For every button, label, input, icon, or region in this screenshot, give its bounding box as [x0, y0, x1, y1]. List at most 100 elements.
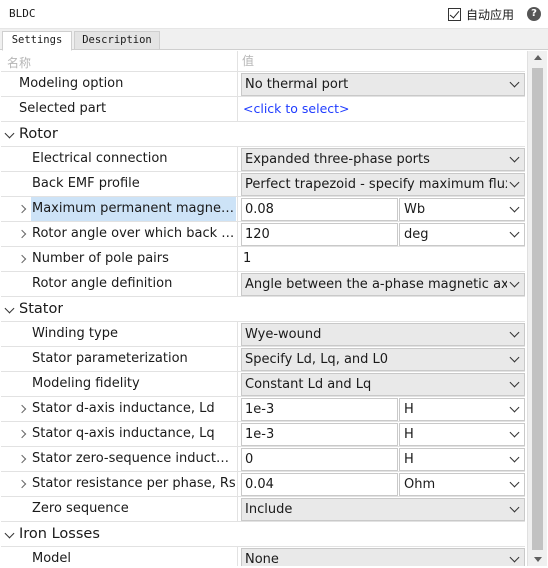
- unit-value: H: [404, 452, 414, 467]
- param-value-text: 0: [245, 452, 254, 467]
- unit-dropdown[interactable]: Ohm: [399, 473, 525, 496]
- param-row-model: Model None: [1, 547, 525, 566]
- param-label: Winding type: [32, 326, 118, 341]
- param-label: Rotor angle over which back em...: [32, 226, 236, 241]
- param-label: Stator q-axis inductance, Lq: [32, 426, 215, 441]
- expand-chevron-icon[interactable]: [17, 479, 27, 489]
- param-row-winding-type: Winding type Wye-wound: [1, 322, 525, 347]
- tab-bar: Settings Description: [0, 29, 548, 51]
- unit-value: H: [404, 402, 414, 417]
- param-value-field[interactable]: 1e-3: [241, 423, 398, 446]
- chevron-down-icon[interactable]: [509, 77, 520, 88]
- chevron-down-icon[interactable]: [509, 377, 520, 388]
- expand-chevron-icon[interactable]: [17, 204, 27, 214]
- param-dropdown[interactable]: No thermal port: [241, 73, 525, 96]
- param-row-stator-parameterization: Stator parameterization Specify Ld, Lq, a…: [1, 347, 525, 372]
- expand-chevron-icon[interactable]: [17, 404, 27, 414]
- section-rotor[interactable]: Rotor: [1, 122, 525, 147]
- expand-chevron-icon[interactable]: [17, 454, 27, 464]
- param-row-stator-zero-sequence-inductance: Stator zero-sequence inductance... 0 H: [1, 447, 525, 472]
- chevron-down-icon[interactable]: [509, 502, 520, 513]
- grid-header: 名称 值: [1, 51, 525, 76]
- expand-chevron-icon[interactable]: [17, 229, 27, 239]
- chevron-down-icon[interactable]: [509, 452, 520, 463]
- window-title: BLDC: [9, 7, 36, 20]
- tab-description[interactable]: Description: [74, 31, 160, 50]
- scroll-thumb[interactable]: [532, 68, 543, 550]
- param-row-rotor-angle-over-which-back-em: Rotor angle over which back em... 120 deg: [1, 222, 525, 247]
- param-value-text: 120: [245, 227, 270, 242]
- param-label: Modeling fidelity: [32, 376, 140, 391]
- expand-chevron-icon[interactable]: [17, 429, 27, 439]
- auto-apply-label: 自动应用: [466, 8, 515, 22]
- title-bar: BLDC 自动应用 ?: [0, 0, 548, 29]
- help-icon[interactable]: ?: [527, 7, 541, 21]
- chevron-down-icon[interactable]: [509, 327, 520, 338]
- unit-value: Wb: [404, 202, 426, 217]
- section-stator[interactable]: Stator: [1, 297, 525, 322]
- param-row-rotor-angle-definition: Rotor angle definition Angle between the …: [1, 272, 525, 297]
- unit-value: Ohm: [404, 477, 436, 492]
- auto-apply-toggle[interactable]: 自动应用: [448, 6, 514, 23]
- chevron-down-icon[interactable]: [509, 352, 520, 363]
- auto-apply-checkbox[interactable]: [448, 8, 461, 21]
- param-row-stator-resistance-per-phase-rs: Stator resistance per phase, Rs 0.04 Ohm: [1, 472, 525, 497]
- chevron-down-icon[interactable]: [509, 177, 520, 188]
- param-dropdown[interactable]: Specify Ld, Lq, and L0: [241, 348, 525, 371]
- scroll-up-arrow-icon[interactable]: [534, 55, 542, 60]
- dropdown-value: Wye-wound: [245, 327, 322, 342]
- unit-dropdown[interactable]: H: [399, 423, 525, 446]
- unit-dropdown[interactable]: H: [399, 398, 525, 421]
- param-label: Selected part: [19, 101, 107, 116]
- collapse-chevron-icon[interactable]: [4, 528, 15, 539]
- param-value-field[interactable]: 0.08: [241, 198, 398, 221]
- param-value-field[interactable]: 120: [241, 223, 398, 246]
- chevron-down-icon[interactable]: [509, 552, 520, 563]
- param-label: Stator parameterization: [32, 351, 188, 366]
- param-row-modeling-fidelity: Modeling fidelity Constant Ld and Lq: [1, 372, 525, 397]
- chevron-down-icon[interactable]: [509, 277, 520, 288]
- param-dropdown[interactable]: Perfect trapezoid - specify maximum flux…: [241, 173, 525, 196]
- param-dropdown[interactable]: Expanded three-phase ports: [241, 148, 525, 171]
- chevron-down-icon[interactable]: [509, 402, 520, 413]
- param-label: Rotor angle definition: [32, 276, 173, 291]
- param-row-selected-part: Selected part <click to select>: [1, 97, 525, 122]
- unit-dropdown[interactable]: Wb: [399, 198, 525, 221]
- param-value-field[interactable]: 1e-3: [241, 398, 398, 421]
- expand-chevron-icon[interactable]: [17, 254, 27, 264]
- unit-dropdown[interactable]: deg: [399, 223, 525, 246]
- dropdown-value: Include: [245, 502, 293, 517]
- tab-settings[interactable]: Settings: [2, 31, 72, 51]
- chevron-down-icon[interactable]: [509, 202, 520, 213]
- param-value-field[interactable]: 0: [241, 448, 398, 471]
- chevron-down-icon[interactable]: [509, 427, 520, 438]
- param-dropdown[interactable]: Include: [241, 498, 525, 521]
- param-label: Stator resistance per phase, Rs: [32, 476, 236, 491]
- param-row-back-emf-profile: Back EMF profile Perfect trapezoid - spec…: [1, 172, 525, 197]
- section-iron-losses[interactable]: Iron Losses: [1, 522, 525, 547]
- collapse-chevron-icon[interactable]: [4, 128, 15, 139]
- vertical-scrollbar[interactable]: [527, 51, 547, 566]
- param-dropdown[interactable]: Angle between the a-phase magnetic axis …: [241, 273, 525, 296]
- chevron-down-icon[interactable]: [509, 152, 520, 163]
- param-dropdown[interactable]: Wye-wound: [241, 323, 525, 346]
- param-label: Maximum permanent magnet flu...: [31, 197, 236, 221]
- param-dropdown[interactable]: Constant Ld and Lq: [241, 373, 525, 396]
- chevron-down-icon[interactable]: [509, 227, 520, 238]
- param-dropdown[interactable]: None: [241, 548, 525, 566]
- param-label: Stator d-axis inductance, Ld: [32, 401, 215, 416]
- collapse-chevron-icon[interactable]: [4, 303, 15, 314]
- param-value-text[interactable]: 1: [243, 247, 251, 271]
- param-label: Modeling option: [19, 76, 124, 91]
- param-label: Back EMF profile: [32, 176, 140, 191]
- chevron-down-icon[interactable]: [509, 477, 520, 488]
- param-row-maximum-permanent-magnet-flu: Maximum permanent magnet flu... 0.08 Wb: [1, 197, 525, 222]
- unit-dropdown[interactable]: H: [399, 448, 525, 471]
- select-part-link[interactable]: <click to select>: [243, 97, 350, 121]
- param-label: Electrical connection: [32, 151, 168, 166]
- scroll-down-arrow-icon[interactable]: [534, 557, 542, 562]
- param-value-text: 1e-3: [245, 427, 275, 442]
- param-value-field[interactable]: 0.04: [241, 473, 398, 496]
- param-value-text: 1e-3: [245, 402, 275, 417]
- dropdown-value: No thermal port: [245, 77, 349, 92]
